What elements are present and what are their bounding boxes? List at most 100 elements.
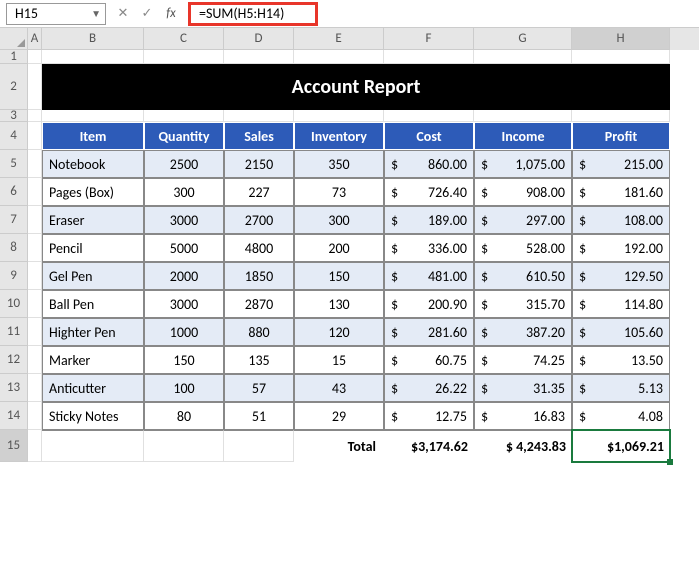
col-header-E[interactable]: E	[294, 28, 384, 50]
row-header-10[interactable]: 10	[0, 290, 28, 318]
num-cell[interactable]: 120	[294, 318, 384, 346]
cell[interactable]	[42, 430, 144, 462]
col-header-G[interactable]: G	[474, 28, 572, 50]
row-header-3[interactable]: 3	[0, 110, 28, 122]
num-cell[interactable]: 73	[294, 178, 384, 206]
row-header-4[interactable]: 4	[0, 122, 28, 150]
num-cell[interactable]: 135	[224, 346, 294, 374]
cell[interactable]	[28, 206, 42, 234]
check-icon[interactable]: ✓	[138, 6, 156, 21]
cell[interactable]	[28, 64, 42, 110]
cell[interactable]	[474, 50, 572, 64]
money-cell[interactable]: $181.60	[572, 178, 670, 206]
num-cell[interactable]: 43	[294, 374, 384, 402]
cell[interactable]	[224, 430, 294, 462]
num-cell[interactable]: 150	[144, 346, 224, 374]
row-header-2[interactable]: 2	[0, 64, 28, 110]
total-cost[interactable]: $3,174.62	[384, 430, 474, 462]
num-cell[interactable]: 51	[224, 402, 294, 430]
cell[interactable]	[294, 110, 384, 122]
cell[interactable]	[28, 262, 42, 290]
item-cell[interactable]: Pages (Box)	[42, 178, 144, 206]
money-cell[interactable]: $200.90	[384, 290, 474, 318]
money-cell[interactable]: $4.08	[572, 402, 670, 430]
name-box[interactable]: H15 ▼	[6, 3, 106, 25]
money-cell[interactable]: $908.00	[474, 178, 572, 206]
num-cell[interactable]: 2700	[224, 206, 294, 234]
cell[interactable]	[572, 50, 670, 64]
col-header-D[interactable]: D	[224, 28, 294, 50]
cell[interactable]	[42, 110, 144, 122]
num-cell[interactable]: 130	[294, 290, 384, 318]
report-title[interactable]: Account Report	[42, 64, 670, 110]
formula-input[interactable]: =SUM(H5:H14)	[188, 2, 318, 26]
cell[interactable]	[28, 50, 42, 64]
money-cell[interactable]: $114.80	[572, 290, 670, 318]
num-cell[interactable]: 100	[144, 374, 224, 402]
cell[interactable]	[42, 50, 144, 64]
table-header[interactable]: Income	[474, 122, 572, 150]
fx-icon[interactable]: fx	[162, 6, 180, 21]
num-cell[interactable]: 227	[224, 178, 294, 206]
num-cell[interactable]: 1850	[224, 262, 294, 290]
row-header-12[interactable]: 12	[0, 346, 28, 374]
money-cell[interactable]: $60.75	[384, 346, 474, 374]
table-header[interactable]: Cost	[384, 122, 474, 150]
table-header[interactable]: Quantity	[144, 122, 224, 150]
row-header-5[interactable]: 5	[0, 150, 28, 178]
money-cell[interactable]: $860.00	[384, 150, 474, 178]
col-header-B[interactable]: B	[42, 28, 144, 50]
num-cell[interactable]: 150	[294, 262, 384, 290]
money-cell[interactable]: $528.00	[474, 234, 572, 262]
money-cell[interactable]: $336.00	[384, 234, 474, 262]
cell[interactable]	[144, 110, 224, 122]
num-cell[interactable]: 57	[224, 374, 294, 402]
cell[interactable]	[28, 346, 42, 374]
cell[interactable]	[224, 110, 294, 122]
cell[interactable]	[28, 234, 42, 262]
select-all-corner[interactable]	[0, 28, 28, 50]
cell[interactable]	[474, 110, 572, 122]
cells-area[interactable]: Account ReportItemQuantitySalesInventory…	[28, 50, 699, 462]
num-cell[interactable]: 880	[224, 318, 294, 346]
row-header-7[interactable]: 7	[0, 206, 28, 234]
money-cell[interactable]: $726.40	[384, 178, 474, 206]
cell[interactable]	[28, 290, 42, 318]
table-header[interactable]: Profit	[572, 122, 670, 150]
money-cell[interactable]: $1,075.00	[474, 150, 572, 178]
chevron-down-icon[interactable]: ▼	[91, 7, 101, 20]
item-cell[interactable]: Anticutter	[42, 374, 144, 402]
row-header-8[interactable]: 8	[0, 234, 28, 262]
money-cell[interactable]: $129.50	[572, 262, 670, 290]
item-cell[interactable]: Sticky Notes	[42, 402, 144, 430]
item-cell[interactable]: Ball Pen	[42, 290, 144, 318]
num-cell[interactable]: 1000	[144, 318, 224, 346]
money-cell[interactable]: $297.00	[474, 206, 572, 234]
item-cell[interactable]: Gel Pen	[42, 262, 144, 290]
item-cell[interactable]: Highter Pen	[42, 318, 144, 346]
num-cell[interactable]: 80	[144, 402, 224, 430]
cell[interactable]	[144, 50, 224, 64]
item-cell[interactable]: Marker	[42, 346, 144, 374]
item-cell[interactable]: Eraser	[42, 206, 144, 234]
total-income[interactable]: $ 4,243.83	[474, 430, 572, 462]
col-header-C[interactable]: C	[144, 28, 224, 50]
money-cell[interactable]: $281.60	[384, 318, 474, 346]
money-cell[interactable]: $26.22	[384, 374, 474, 402]
cell[interactable]	[28, 178, 42, 206]
cell[interactable]	[28, 374, 42, 402]
row-header-13[interactable]: 13	[0, 374, 28, 402]
col-header-A[interactable]: A	[28, 28, 42, 50]
table-header[interactable]: Item	[42, 122, 144, 150]
money-cell[interactable]: $5.13	[572, 374, 670, 402]
total-profit[interactable]: $1,069.21	[572, 430, 670, 462]
num-cell[interactable]: 2000	[144, 262, 224, 290]
money-cell[interactable]: $189.00	[384, 206, 474, 234]
money-cell[interactable]: $610.50	[474, 262, 572, 290]
num-cell[interactable]: 29	[294, 402, 384, 430]
cancel-icon[interactable]: ✕	[114, 6, 132, 21]
cell[interactable]	[28, 430, 42, 462]
col-header-F[interactable]: F	[384, 28, 474, 50]
money-cell[interactable]: $105.60	[572, 318, 670, 346]
money-cell[interactable]: $16.83	[474, 402, 572, 430]
